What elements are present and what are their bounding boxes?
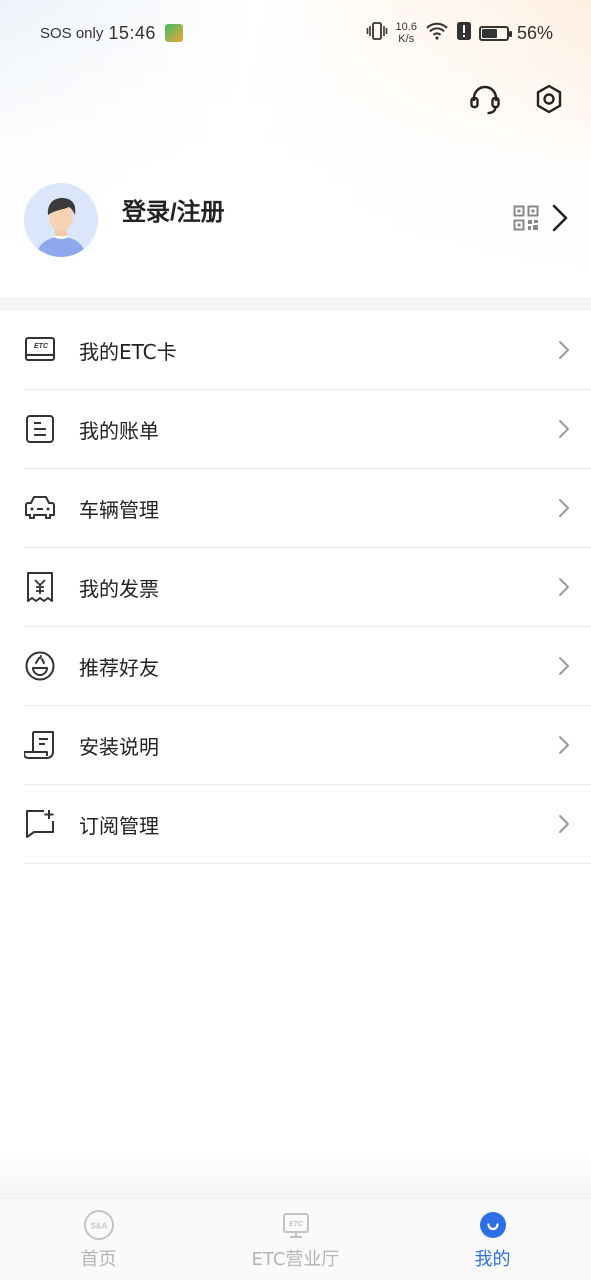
menu-list: ETC 我的ETC卡 我的账单 车辆管理 我的发票 推荐好友 安装说明 订阅管理 xyxy=(0,311,591,864)
profile-login-row[interactable]: 登录/注册 xyxy=(24,182,569,258)
nav-label: ETC营业厅 xyxy=(251,1249,340,1270)
menu-item-label: 安装说明 xyxy=(79,734,159,759)
battery-percent: 56% xyxy=(516,22,553,43)
vibrate-icon xyxy=(366,21,388,46)
nav-label: 首页 xyxy=(80,1249,117,1270)
login-register-label[interactable]: 登录/注册 xyxy=(122,192,225,227)
menu-item-label: 我的ETC卡 xyxy=(79,339,177,364)
bottom-nav: S&A 首页 ETC ETC营业厅 我的 xyxy=(0,1198,591,1280)
install-guide-icon xyxy=(24,729,56,761)
header-actions xyxy=(468,84,566,118)
nav-mine[interactable]: 我的 xyxy=(394,1199,591,1280)
settings-button[interactable] xyxy=(532,84,566,118)
qr-code-icon[interactable] xyxy=(513,205,539,235)
chevron-right-icon xyxy=(557,735,571,755)
menu-item-vehicle[interactable]: 车辆管理 xyxy=(24,469,591,548)
network-speed-value: 10.6 xyxy=(395,21,417,33)
menu-item-label: 订阅管理 xyxy=(79,813,159,838)
chevron-right-icon xyxy=(557,419,571,439)
invoice-icon xyxy=(24,571,56,603)
alert-icon xyxy=(456,21,471,45)
network-speed-unit: K/s xyxy=(398,33,415,45)
menu-item-label: 我的发票 xyxy=(79,576,159,601)
mine-icon xyxy=(477,1209,509,1241)
etc-hall-icon: ETC xyxy=(280,1209,312,1241)
chevron-right-icon[interactable] xyxy=(551,203,569,237)
menu-item-install-guide[interactable]: 安装说明 xyxy=(24,706,591,785)
carrier-text: SOS only xyxy=(40,24,104,42)
menu-item-etc-card[interactable]: ETC 我的ETC卡 xyxy=(24,311,591,390)
chevron-right-icon xyxy=(557,577,571,597)
bill-icon xyxy=(24,413,56,445)
etc-card-icon: ETC xyxy=(24,334,56,366)
car-icon xyxy=(24,492,56,524)
menu-item-bill[interactable]: 我的账单 xyxy=(24,390,591,469)
menu-item-label: 我的账单 xyxy=(79,418,159,443)
menu-item-label: 推荐好友 xyxy=(79,655,159,680)
subscription-icon xyxy=(24,808,56,840)
headset-icon xyxy=(468,82,502,120)
chevron-right-icon xyxy=(557,814,571,834)
clock-text: 15:46 xyxy=(108,22,156,43)
nav-home[interactable]: S&A 首页 xyxy=(0,1199,197,1280)
bottom-fade xyxy=(0,1150,591,1200)
recommend-friend-icon xyxy=(24,650,56,682)
network-speed: 10.6 K/s xyxy=(396,21,417,45)
menu-item-label: 车辆管理 xyxy=(79,497,159,522)
nav-etc-hall[interactable]: ETC ETC营业厅 xyxy=(197,1199,394,1280)
chevron-right-icon xyxy=(557,656,571,676)
menu-item-recommend[interactable]: 推荐好友 xyxy=(24,627,591,706)
section-divider xyxy=(0,297,591,311)
status-bar: SOS only 15:46 10.6 K/s 56% xyxy=(0,0,591,66)
home-icon: S&A xyxy=(83,1209,115,1241)
chevron-right-icon xyxy=(557,340,571,360)
menu-item-subscription[interactable]: 订阅管理 xyxy=(24,785,591,864)
nav-label: 我的 xyxy=(474,1249,511,1270)
customer-service-button[interactable] xyxy=(468,84,502,118)
svg-text:S&A: S&A xyxy=(90,1222,107,1231)
wifi-icon xyxy=(425,22,449,45)
avatar[interactable] xyxy=(24,183,98,257)
svg-text:ETC: ETC xyxy=(34,343,49,350)
battery-icon xyxy=(478,25,512,41)
svg-text:ETC: ETC xyxy=(289,1221,304,1228)
menu-item-invoice[interactable]: 我的发票 xyxy=(24,548,591,627)
notification-app-icon xyxy=(164,24,183,42)
gear-icon xyxy=(533,83,565,119)
chevron-right-icon xyxy=(557,498,571,518)
